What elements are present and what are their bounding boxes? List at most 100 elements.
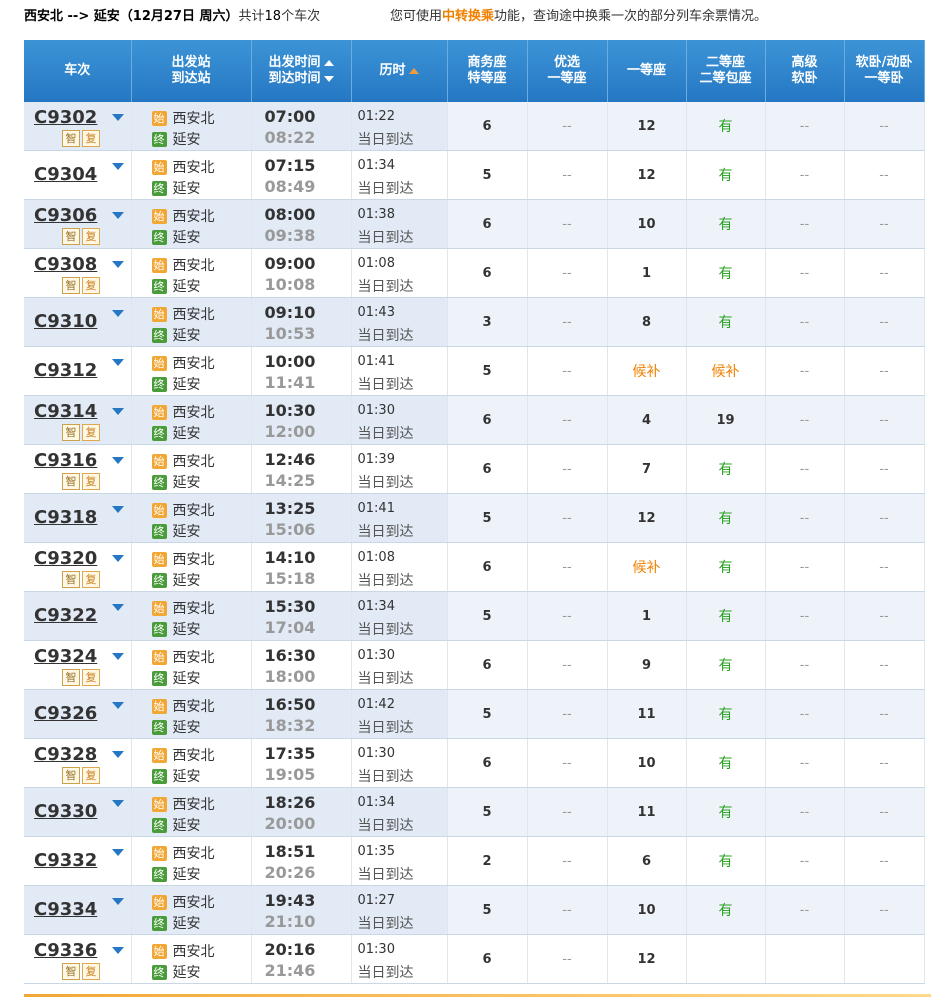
seat-first-class[interactable]: 12 [607, 102, 687, 151]
seat-first-class[interactable]: 4 [607, 395, 687, 445]
chevron-down-icon[interactable] [112, 457, 124, 464]
seat-business[interactable]: 5 [447, 689, 528, 739]
chevron-down-icon[interactable] [112, 261, 124, 268]
seat-second-class[interactable]: 有 [686, 836, 766, 886]
table-row[interactable]: C9336 智复 始西安北 终延安 20:16 21:46 01:30 当日到达… [24, 934, 931, 984]
chevron-down-icon[interactable] [112, 555, 124, 562]
seat-first-class[interactable]: 10 [607, 199, 687, 249]
sort-asc-icon[interactable] [408, 67, 419, 74]
seat-second-class[interactable]: 有 [686, 199, 766, 249]
train-number-link[interactable]: C9334 [34, 899, 97, 920]
train-number-link[interactable]: C9312 [34, 360, 97, 381]
seat-second-class[interactable]: 有 [686, 885, 766, 935]
seat-first-class[interactable]: 11 [607, 689, 687, 739]
seat-business[interactable]: 6 [447, 738, 528, 788]
seat-first-class[interactable]: 1 [607, 248, 687, 298]
seat-business[interactable]: 2 [447, 836, 528, 886]
sort-asc-icon[interactable] [323, 59, 334, 66]
seat-business[interactable]: 3 [447, 297, 528, 347]
seat-first-class[interactable]: 8 [607, 297, 687, 347]
seat-first-class[interactable]: 候补 [607, 542, 687, 592]
seat-second-class[interactable]: 有 [686, 689, 766, 739]
table-row[interactable]: C9308 智复 始西安北 终延安 09:00 10:08 01:08 当日到达… [24, 248, 931, 298]
train-number-link[interactable]: C9308 [34, 254, 97, 275]
seat-first-class[interactable]: 1 [607, 591, 687, 641]
col-duration[interactable]: 历时 [351, 40, 448, 102]
chevron-down-icon[interactable] [112, 310, 124, 317]
train-number-link[interactable]: C9336 [34, 940, 97, 961]
chevron-down-icon[interactable] [112, 163, 124, 170]
seat-second-class[interactable]: 有 [686, 493, 766, 543]
train-number-link[interactable]: C9328 [34, 744, 97, 765]
train-number-link[interactable]: C9318 [34, 507, 97, 528]
seat-first-class[interactable]: 10 [607, 738, 687, 788]
seat-first-class[interactable]: 10 [607, 885, 687, 935]
seat-first-class[interactable]: 7 [607, 444, 687, 494]
train-number-link[interactable]: C9320 [34, 548, 97, 569]
table-row[interactable]: C9314 智复 始西安北 终延安 10:30 12:00 01:30 当日到达… [24, 395, 931, 445]
table-row[interactable]: C9302 智复 始西安北 终延安 07:00 08:22 01:22 当日到达… [24, 102, 931, 151]
chevron-down-icon[interactable] [112, 408, 124, 415]
seat-business[interactable]: 5 [447, 493, 528, 543]
table-row[interactable]: C9324 智复 始西安北 终延安 16:30 18:00 01:30 当日到达… [24, 640, 931, 690]
table-row[interactable]: C9316 智复 始西安北 终延安 12:46 14:25 01:39 当日到达… [24, 444, 931, 494]
train-number-link[interactable]: C9304 [34, 164, 97, 185]
chevron-down-icon[interactable] [112, 800, 124, 807]
col-times[interactable]: 出发时间 到达时间 [251, 40, 352, 102]
seat-business[interactable]: 5 [447, 885, 528, 935]
transfer-link[interactable]: 中转换乘 [442, 9, 494, 24]
seat-second-class[interactable]: 有 [686, 787, 766, 837]
seat-business[interactable]: 6 [447, 248, 528, 298]
seat-business[interactable]: 6 [447, 102, 528, 151]
table-row[interactable]: C9304 始西安北 终延安 07:15 08:49 01:34 当日到达 5 … [24, 150, 931, 200]
table-row[interactable]: C9334 始西安北 终延安 19:43 21:10 01:27 当日到达 5 … [24, 885, 931, 935]
seat-second-class[interactable]: 有 [686, 444, 766, 494]
seat-second-class[interactable]: 候补 [686, 346, 766, 396]
table-row[interactable]: C9332 始西安北 终延安 18:51 20:26 01:35 当日到达 2 … [24, 836, 931, 886]
seat-business[interactable]: 5 [447, 346, 528, 396]
chevron-down-icon[interactable] [112, 212, 124, 219]
seat-business[interactable]: 5 [447, 591, 528, 641]
seat-business[interactable]: 6 [447, 444, 528, 494]
seat-business[interactable]: 5 [447, 150, 528, 200]
train-number-link[interactable]: C9306 [34, 205, 97, 226]
seat-second-class[interactable]: 有 [686, 102, 766, 151]
train-number-link[interactable]: C9322 [34, 605, 97, 626]
chevron-down-icon[interactable] [112, 751, 124, 758]
seat-second-class[interactable]: 有 [686, 297, 766, 347]
seat-second-class[interactable]: 有 [686, 542, 766, 592]
table-row[interactable]: C9330 始西安北 终延安 18:26 20:00 01:34 当日到达 5 … [24, 787, 931, 837]
sort-desc-icon[interactable] [323, 75, 334, 82]
seat-second-class[interactable]: 有 [686, 150, 766, 200]
table-row[interactable]: C9320 智复 始西安北 终延安 14:10 15:18 01:08 当日到达… [24, 542, 931, 592]
train-number-link[interactable]: C9324 [34, 646, 97, 667]
train-number-link[interactable]: C9332 [34, 850, 97, 871]
seat-business[interactable]: 6 [447, 542, 528, 592]
train-number-link[interactable]: C9314 [34, 401, 97, 422]
chevron-down-icon[interactable] [112, 849, 124, 856]
chevron-down-icon[interactable] [112, 702, 124, 709]
seat-second-class[interactable]: 有 [686, 591, 766, 641]
table-row[interactable]: C9306 智复 始西安北 终延安 08:00 09:38 01:38 当日到达… [24, 199, 931, 249]
table-row[interactable]: C9322 始西安北 终延安 15:30 17:04 01:34 当日到达 5 … [24, 591, 931, 641]
table-row[interactable]: C9318 始西安北 终延安 13:25 15:06 01:41 当日到达 5 … [24, 493, 931, 543]
seat-first-class[interactable]: 6 [607, 836, 687, 886]
train-number-link[interactable]: C9326 [34, 703, 97, 724]
seat-business[interactable]: 6 [447, 934, 528, 984]
seat-business[interactable]: 6 [447, 199, 528, 249]
seat-business[interactable]: 6 [447, 640, 528, 690]
chevron-down-icon[interactable] [112, 359, 124, 366]
table-row[interactable]: C9310 始西安北 终延安 09:10 10:53 01:43 当日到达 3 … [24, 297, 931, 347]
seat-business[interactable]: 6 [447, 395, 528, 445]
table-row[interactable]: C9328 智复 始西安北 终延安 17:35 19:05 01:30 当日到达… [24, 738, 931, 788]
seat-second-class[interactable]: 有 [686, 738, 766, 788]
chevron-down-icon[interactable] [112, 653, 124, 660]
seat-second-class[interactable]: 19 [686, 395, 766, 445]
chevron-down-icon[interactable] [112, 947, 124, 954]
seat-first-class[interactable]: 9 [607, 640, 687, 690]
chevron-down-icon[interactable] [112, 898, 124, 905]
seat-second-class[interactable]: 有 [686, 248, 766, 298]
chevron-down-icon[interactable] [112, 114, 124, 121]
train-number-link[interactable]: C9302 [34, 107, 97, 128]
train-number-link[interactable]: C9330 [34, 801, 97, 822]
